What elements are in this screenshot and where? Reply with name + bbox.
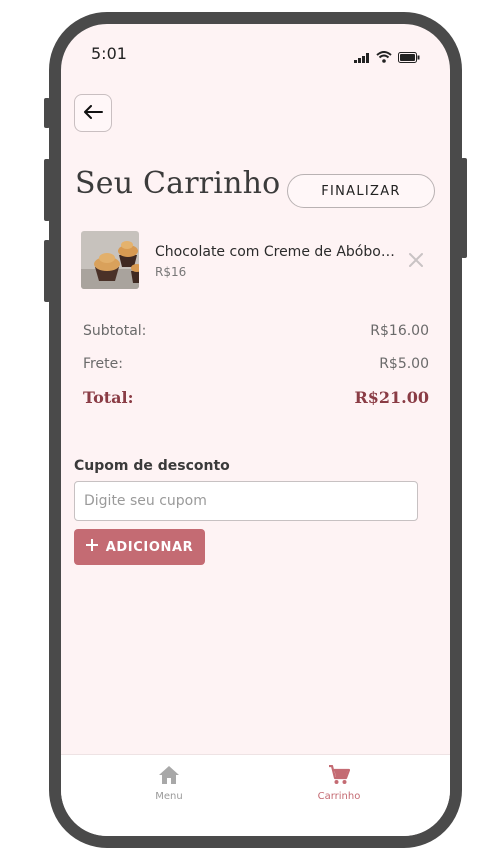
product-name: Chocolate com Creme de Abóbora [155,244,395,260]
status-bar: 5:01 [61,24,450,64]
phone-screen: 5:01 Seu Carrinho FINALIZAR Chocolate co… [49,12,462,848]
total-row: Total: R$21.00 [83,388,429,407]
wifi-icon [376,48,392,67]
shipping-value: R$5.00 [379,356,429,372]
status-icons [354,48,420,67]
close-icon[interactable] [407,251,425,269]
shipping-row: Frete: R$5.00 [83,356,429,372]
coupon-input[interactable] [74,481,418,521]
bottom-nav: Menu Carrinho [61,754,450,836]
total-label: Total: [83,388,134,407]
back-button[interactable] [74,94,112,132]
arrow-left-icon [83,104,103,123]
signal-icon [354,48,370,67]
status-time: 5:01 [91,44,127,63]
subtotal-label: Subtotal: [83,323,147,339]
nav-label-menu: Menu [155,791,183,802]
nav-label-cart: Carrinho [317,791,361,802]
shipping-label: Frete: [83,356,123,372]
cart-item: Chocolate com Creme de Abóbora R$16 [81,231,431,291]
subtotal-row: Subtotal: R$16.00 [83,323,429,339]
product-image [81,231,139,289]
cart-icon [328,764,351,788]
add-coupon-label: ADICIONAR [105,539,194,555]
battery-icon [398,48,420,67]
plus-icon [85,539,98,555]
nav-item-cart[interactable]: Carrinho [299,764,379,802]
home-icon [158,765,180,788]
subtotal-value: R$16.00 [370,323,429,339]
nav-item-menu[interactable]: Menu [129,765,209,802]
total-value: R$21.00 [354,388,429,407]
coupon-label: Cupom de desconto [74,458,230,474]
add-coupon-button[interactable]: ADICIONAR [74,529,205,565]
finalize-button[interactable]: FINALIZAR [287,174,435,208]
page-title: Seu Carrinho [75,166,281,201]
product-price: R$16 [155,265,187,279]
